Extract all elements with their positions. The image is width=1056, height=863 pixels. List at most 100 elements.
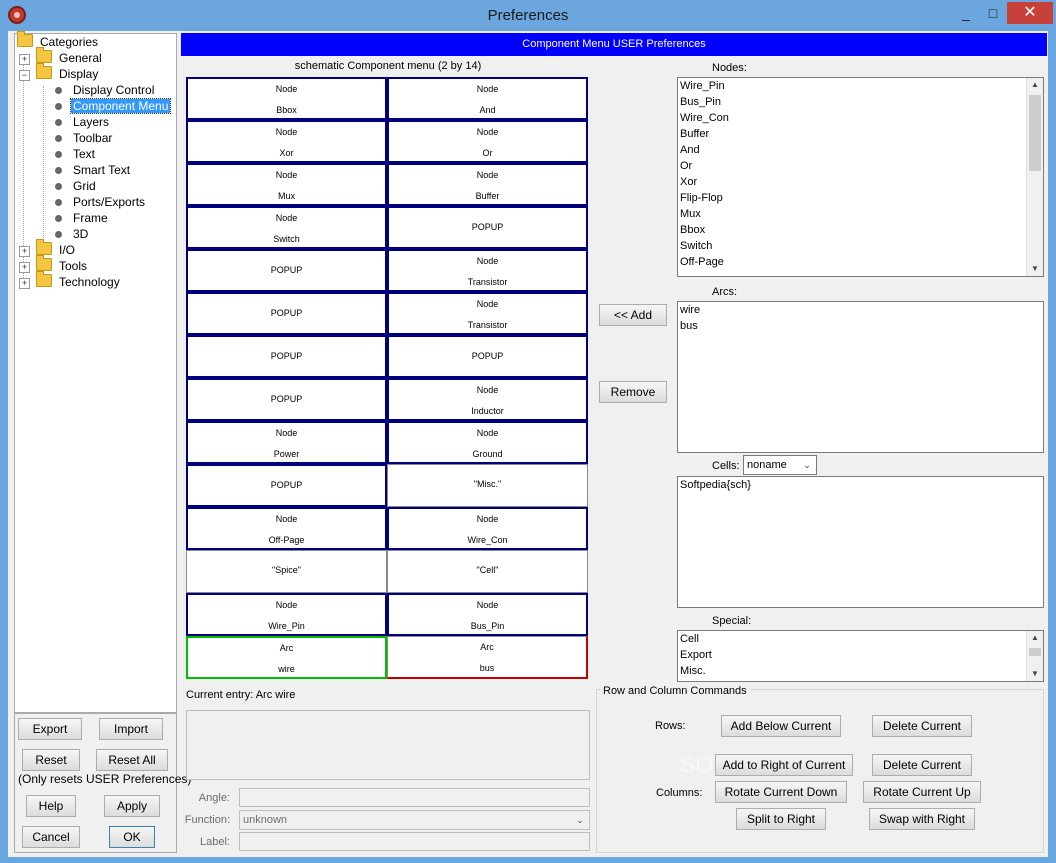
rotate-current-down-button[interactable]: Rotate Current Down xyxy=(715,781,847,803)
component-menu-cell[interactable]: POPUP xyxy=(186,292,387,335)
delete-column-button[interactable]: Delete Current xyxy=(872,754,972,776)
component-menu-cell[interactable]: Node Off-Page xyxy=(186,507,387,550)
component-menu-cell[interactable]: Arc wire xyxy=(186,636,387,679)
node-list-item[interactable]: Xor xyxy=(678,174,1043,190)
delete-row-button[interactable]: Delete Current xyxy=(872,715,972,737)
component-menu-cell[interactable]: "Misc." xyxy=(387,464,588,507)
node-list-item[interactable]: Flip-Flop xyxy=(678,190,1043,206)
node-list-item[interactable]: Switch xyxy=(678,238,1043,254)
reset-all-button[interactable]: Reset All xyxy=(96,749,168,771)
node-list-item[interactable]: Mux xyxy=(678,206,1043,222)
special-list-item[interactable]: Misc. xyxy=(678,663,1043,679)
component-menu-cell[interactable]: Arc bus xyxy=(387,636,588,679)
minimize-button[interactable]: _ xyxy=(952,2,980,24)
collapse-icon[interactable]: − xyxy=(19,70,30,81)
import-button[interactable]: Import xyxy=(99,718,163,740)
component-menu-cell[interactable]: Node Power xyxy=(186,421,387,464)
special-scrollbar[interactable]: ▲ ▼ xyxy=(1026,631,1043,681)
expand-icon[interactable]: + xyxy=(19,278,30,289)
label-field[interactable] xyxy=(239,832,590,851)
export-button[interactable]: Export xyxy=(18,718,82,740)
node-list-item[interactable]: Wire_Pin xyxy=(678,78,1043,94)
add-right-of-current-button[interactable]: Add to Right of Current xyxy=(715,754,853,776)
node-list-item[interactable]: Wire_Con xyxy=(678,110,1043,126)
cell-list-item[interactable]: Softpedia{sch} xyxy=(678,477,1043,493)
component-menu-cell[interactable]: Node Ground xyxy=(387,421,588,464)
cells-library-select[interactable]: noname ⌄ xyxy=(743,455,817,475)
node-list-item[interactable]: Bus_Pin xyxy=(678,94,1043,110)
tree-item-display-child[interactable]: Smart Text xyxy=(55,162,132,178)
scroll-thumb[interactable] xyxy=(1029,95,1041,171)
node-list-item[interactable]: Off-Page xyxy=(678,254,1043,270)
component-menu-cell[interactable]: Node And xyxy=(387,77,588,120)
help-button[interactable]: Help xyxy=(26,795,76,817)
apply-button[interactable]: Apply xyxy=(104,795,160,817)
component-menu-cell[interactable]: "Spice" xyxy=(186,550,387,593)
expand-icon[interactable]: + xyxy=(19,246,30,257)
node-list-item[interactable]: And xyxy=(678,142,1043,158)
add-below-current-button[interactable]: Add Below Current xyxy=(721,715,841,737)
swap-with-right-button[interactable]: Swap with Right xyxy=(869,808,975,830)
arc-list-item[interactable]: wire xyxy=(678,302,1043,318)
scroll-thumb[interactable] xyxy=(1029,648,1041,656)
tree-item-display-child[interactable]: Text xyxy=(55,146,97,162)
expand-icon[interactable]: + xyxy=(19,262,30,273)
component-menu-cell[interactable]: Node Bbox xyxy=(186,77,387,120)
tree-item-display-child[interactable]: Toolbar xyxy=(55,130,114,146)
special-list-item[interactable]: Export xyxy=(678,647,1043,663)
tree-item-general[interactable]: General xyxy=(36,47,104,66)
component-menu-cell[interactable]: POPUP xyxy=(186,464,387,507)
component-menu-cell[interactable]: Node Mux xyxy=(186,163,387,206)
split-to-right-button[interactable]: Split to Right xyxy=(736,808,826,830)
tree-item-display-child[interactable]: Display Control xyxy=(55,82,156,98)
tree-item-display-child[interactable]: 3D xyxy=(55,226,90,242)
reset-button[interactable]: Reset xyxy=(22,749,80,771)
expand-icon[interactable]: + xyxy=(19,54,30,65)
add-button[interactable]: << Add xyxy=(599,304,667,326)
cancel-button[interactable]: Cancel xyxy=(22,826,80,848)
tree-root[interactable]: Categories xyxy=(17,31,100,50)
node-list-item[interactable]: Bbox xyxy=(678,222,1043,238)
categories-tree[interactable]: Categories + General − Display Display C… xyxy=(14,31,177,713)
tree-item-display-child[interactable]: Layers xyxy=(55,114,111,130)
scroll-down-icon[interactable]: ▼ xyxy=(1027,262,1043,276)
component-menu-cell[interactable]: POPUP xyxy=(387,206,588,249)
component-menu-cell[interactable]: POPUP xyxy=(186,335,387,378)
component-menu-cell[interactable]: Node Buffer xyxy=(387,163,588,206)
component-menu-cell[interactable]: Node Wire_Pin xyxy=(186,593,387,636)
tree-item-display-child[interactable]: Ports/Exports xyxy=(55,194,147,210)
rotate-current-up-button[interactable]: Rotate Current Up xyxy=(863,781,981,803)
component-menu-cell[interactable]: POPUP xyxy=(387,335,588,378)
scroll-up-icon[interactable]: ▲ xyxy=(1027,631,1043,645)
component-menu-cell[interactable]: POPUP xyxy=(186,249,387,292)
nodes-list[interactable]: Wire_Pin Bus_Pin Wire_Con Buffer And Or Xor Fli… xyxy=(677,77,1044,277)
close-button[interactable]: ✕ xyxy=(1007,2,1053,24)
nodes-scrollbar[interactable]: ▲ ▼ xyxy=(1026,78,1043,276)
component-menu-cell[interactable]: Node Or xyxy=(387,120,588,163)
tree-item-display-child[interactable]: Frame xyxy=(55,210,110,226)
ok-button[interactable]: OK xyxy=(109,826,155,848)
scroll-down-icon[interactable]: ▼ xyxy=(1027,667,1043,681)
scroll-up-icon[interactable]: ▲ xyxy=(1027,78,1043,92)
component-menu-cell[interactable]: POPUP xyxy=(186,378,387,421)
component-menu-cell[interactable]: Node Inductor xyxy=(387,378,588,421)
cells-list[interactable]: Softpedia{sch} xyxy=(677,476,1044,608)
arc-list-item[interactable]: bus xyxy=(678,318,1043,334)
special-list-item[interactable]: Cell xyxy=(678,631,1043,647)
tree-item-technology[interactable]: Technology xyxy=(36,271,122,290)
special-list[interactable]: Cell Export Misc. ▲ ▼ xyxy=(677,630,1044,682)
remove-button[interactable]: Remove xyxy=(599,381,667,403)
tree-item-display-child[interactable]: Grid xyxy=(55,178,98,194)
function-select[interactable]: unknown ⌄ xyxy=(239,810,590,830)
node-list-item[interactable]: Buffer xyxy=(678,126,1043,142)
angle-field[interactable] xyxy=(239,788,590,807)
arcs-list[interactable]: wire bus xyxy=(677,301,1044,453)
tree-item-display[interactable]: Display xyxy=(36,63,100,82)
component-menu-cell[interactable]: Node Xor xyxy=(186,120,387,163)
component-menu-cell[interactable]: Node Switch xyxy=(186,206,387,249)
component-menu-cell[interactable]: Node Transistor xyxy=(387,249,588,292)
component-menu-cell[interactable]: Node Bus_Pin xyxy=(387,593,588,636)
node-list-item[interactable]: Or xyxy=(678,158,1043,174)
maximize-button[interactable]: □ xyxy=(980,2,1006,24)
component-menu-cell[interactable]: Node Wire_Con xyxy=(387,507,588,550)
